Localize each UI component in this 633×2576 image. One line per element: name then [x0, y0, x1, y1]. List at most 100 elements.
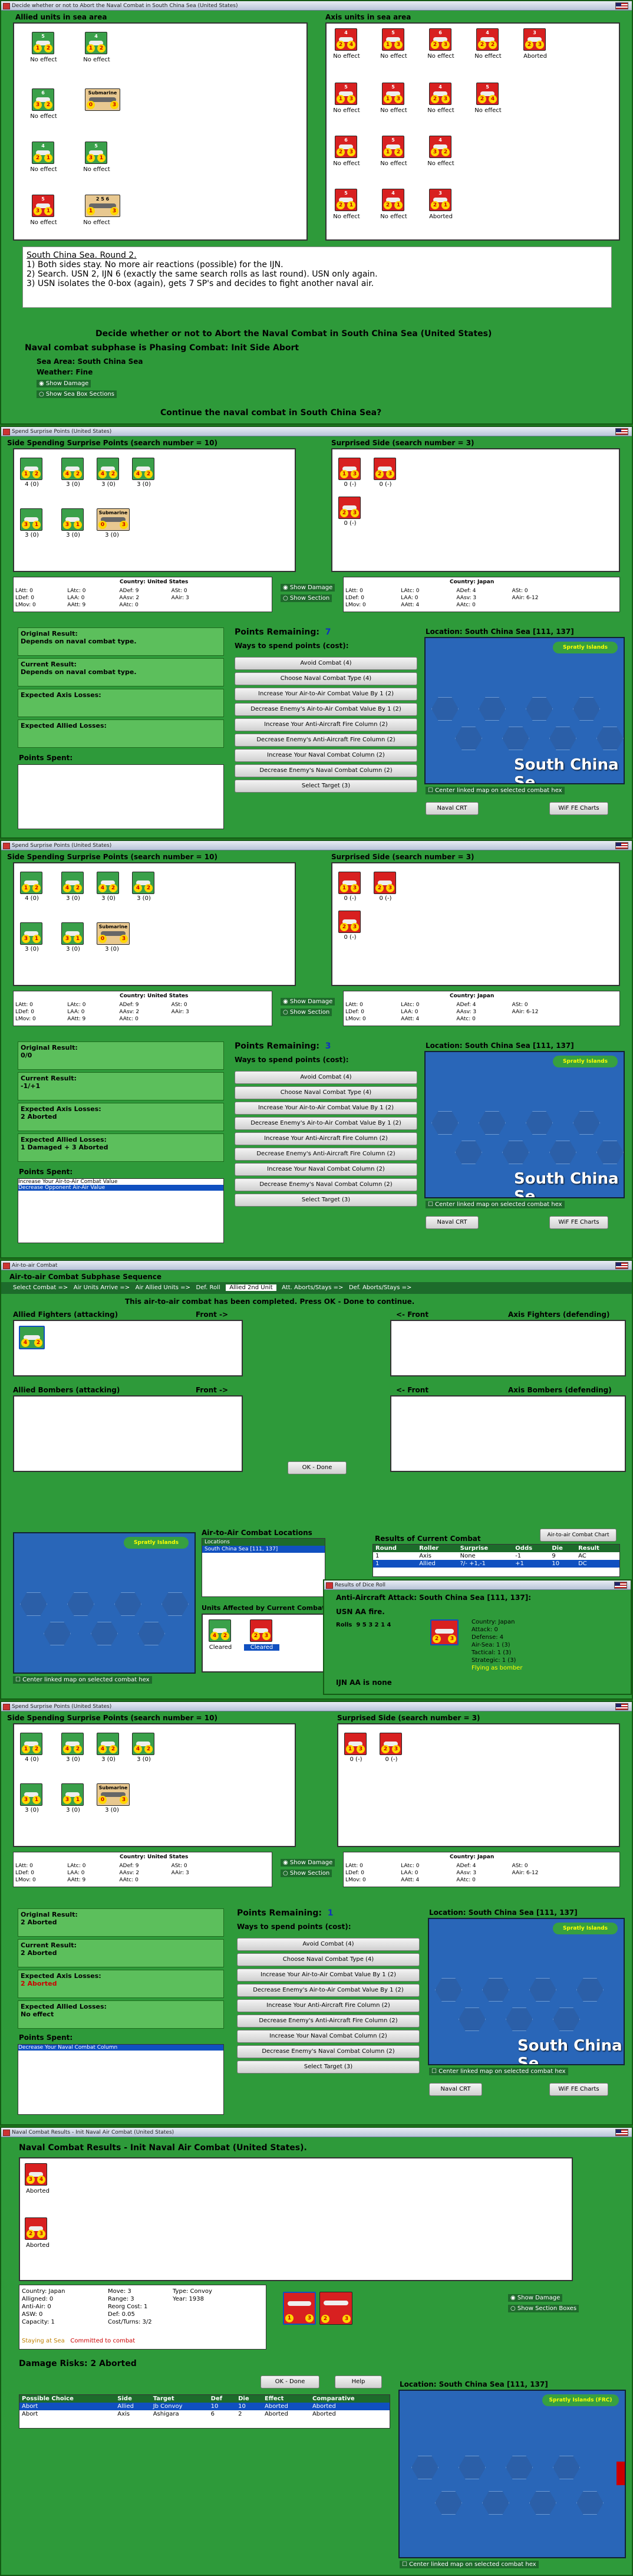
allied-unit-counter[interactable]: 531 [32, 195, 54, 217]
unit-counter[interactable]: 12 [20, 1733, 42, 1755]
axis-unit-counter[interactable]: 323 [523, 28, 546, 51]
unit-counter[interactable]: 31 [20, 1783, 42, 1806]
unit-counter[interactable]: 42 [132, 1733, 154, 1755]
unit-counter[interactable]: 42 [132, 872, 154, 894]
increase-naval-button[interactable]: Increase Your Naval Combat Column (2) [235, 1163, 417, 1176]
unit-counter[interactable]: 12 [20, 872, 42, 894]
combat-map[interactable]: Spratly Islands South China Se [428, 1918, 625, 2065]
axis-unit-counter[interactable]: 623 [429, 28, 451, 51]
show-damage-radio[interactable]: ◉ Show Damage [37, 380, 91, 387]
unit-counter[interactable]: 42 [97, 458, 119, 480]
center-map-checkbox[interactable]: ☐ Center linked map on selected combat h… [426, 787, 565, 794]
aa-unit-counter[interactable]: 23 [430, 1619, 459, 1645]
axis-unit-counter[interactable]: 321 [429, 189, 451, 211]
continue-button[interactable]: Continue the naval combat in South China… [160, 408, 381, 418]
allied-unit-counter[interactable]: 632 [32, 88, 54, 111]
wif-charts-button[interactable]: WiF FE Charts [549, 1216, 608, 1229]
increase-air-button[interactable]: Increase Your Air-to-Air Combat Value By… [237, 1969, 420, 1982]
axis-unit-counter[interactable]: 422 [476, 28, 499, 51]
axis-unit-counter[interactable]: 521 [335, 189, 357, 211]
select-target-button[interactable]: Select Target (3) [235, 1194, 417, 1207]
unit-counter[interactable]: 42 [132, 458, 154, 480]
submarine-counter[interactable]: Submarine 0 3 [97, 922, 130, 945]
combat-map[interactable]: Spratly Islands South China Se [424, 1051, 625, 1198]
unit-counter[interactable]: 34 [25, 2163, 47, 2186]
list-item[interactable]: Decrease Opponent Air-Air Value [18, 1185, 223, 1191]
location-item[interactable]: South China Sea [111, 137] [202, 1546, 325, 1553]
increase-naval-button[interactable]: Increase Your Naval Combat Column (2) [235, 749, 417, 762]
increase-naval-button[interactable]: Increase Your Naval Combat Column (2) [237, 2030, 420, 2043]
decrease-enemy-naval-button[interactable]: Decrease Enemy's Naval Combat Column (2) [235, 764, 417, 777]
decrease-enemy-air-button[interactable]: Decrease Enemy's Air-to-Air Combat Value… [235, 1117, 417, 1130]
decrease-enemy-naval-button[interactable]: Decrease Enemy's Naval Combat Column (2) [237, 2045, 420, 2058]
unit-counter[interactable]: 23 [374, 872, 396, 894]
choices-table[interactable]: Possible Choice Side Target Def Die Effect Com… [19, 2394, 390, 2429]
show-section-radio[interactable]: ○ Show Section [281, 1008, 332, 1016]
unit-counter[interactable]: 23 [250, 1619, 272, 1642]
increase-aa-button[interactable]: Increase Your Anti-Aircraft Fire Column … [235, 1132, 417, 1145]
avoid-combat-button[interactable]: Avoid Combat (4) [235, 1071, 417, 1084]
unit-counter[interactable]: 42 [61, 1733, 84, 1755]
unit-counter[interactable]: 13 [344, 1733, 367, 1755]
naval-crt-button[interactable]: Naval CRT [429, 2083, 482, 2096]
axis-unit-counter[interactable]: 421 [382, 189, 404, 211]
show-section-radio[interactable]: ○ Show Section [281, 594, 332, 602]
choose-combat-type-button[interactable]: Choose Naval Combat Type (4) [237, 1953, 420, 1966]
unit-counter[interactable]: 23 [380, 1733, 402, 1755]
axis-unit-counter[interactable]: 512 [382, 136, 404, 158]
air-combat-map[interactable]: Spratly Islands [13, 1532, 196, 1674]
decrease-enemy-air-button[interactable]: Decrease Enemy's Air-to-Air Combat Value… [237, 1984, 420, 1997]
increase-aa-button[interactable]: Increase Your Anti-Aircraft Fire Column … [237, 1999, 420, 2012]
center-map-checkbox[interactable]: ☐ Center linked map on selected combat h… [429, 2068, 568, 2075]
increase-aa-button[interactable]: Increase Your Anti-Aircraft Fire Column … [235, 718, 417, 731]
allied-unit-counter[interactable]: 421 [32, 142, 54, 164]
wif-charts-button[interactable]: WiF FE Charts [549, 802, 608, 815]
unit-counter[interactable]: 42 [97, 1733, 119, 1755]
decrease-enemy-air-button[interactable]: Decrease Enemy's Air-to-Air Combat Value… [235, 703, 417, 716]
avoid-combat-button[interactable]: Avoid Combat (4) [235, 657, 417, 670]
show-sea-box-radio[interactable]: ○ Show Sea Box Sections [37, 390, 117, 398]
points-spent-list[interactable] [18, 764, 224, 829]
list-item[interactable]: Increase Your Air-to-Air Combat Value [18, 1179, 223, 1185]
decrease-enemy-aa-button[interactable]: Decrease Enemy's Anti-Aircraft Fire Colu… [235, 1148, 417, 1161]
select-target-button[interactable]: Select Target (3) [237, 2061, 420, 2074]
air-combat-chart-button[interactable]: Air-to-air Combat Chart [540, 1529, 616, 1542]
show-section-radio[interactable]: ○ Show Section Boxes [508, 2305, 579, 2312]
choose-combat-type-button[interactable]: Choose Naval Combat Type (4) [235, 1086, 417, 1099]
combat-map[interactable]: Spratly Islands South China Se [424, 637, 625, 784]
submarine-counter[interactable]: Submarine 0 3 [85, 88, 120, 111]
show-damage-radio[interactable]: ◉ Show Damage [508, 2294, 563, 2302]
axis-unit-counter[interactable]: 513 [382, 28, 404, 51]
selected-unit-counter-alt[interactable]: 23 [319, 2292, 352, 2325]
unit-counter[interactable]: 31 [20, 922, 42, 945]
fighter-counter[interactable]: 42 [19, 1326, 45, 1349]
unit-counter[interactable]: 42 [61, 872, 84, 894]
unit-counter[interactable]: 31 [20, 508, 42, 531]
decrease-enemy-aa-button[interactable]: Decrease Enemy's Anti-Aircraft Fire Colu… [237, 2015, 420, 2028]
locations-list[interactable]: Locations South China Sea [111, 137] [202, 1538, 325, 1597]
unit-counter[interactable]: 13 [338, 872, 361, 894]
unit-counter[interactable]: 42 [61, 458, 84, 480]
unit-counter[interactable]: 13 [338, 458, 361, 480]
show-damage-radio[interactable]: ◉ Show Damage [281, 998, 335, 1006]
unit-counter[interactable]: 23 [338, 911, 361, 933]
naval-crt-button[interactable]: Naval CRT [426, 1216, 479, 1229]
allied-unit-counter[interactable]: 531 [85, 142, 107, 164]
center-map-checkbox[interactable]: ☐ Center linked map on selected combat h… [13, 1676, 152, 1684]
unit-counter[interactable]: 23 [374, 458, 396, 480]
show-damage-radio[interactable]: ◉ Show Damage [281, 584, 335, 592]
points-spent-list[interactable]: Increase Your Air-to-Air Combat Value De… [18, 1178, 224, 1243]
naval-crt-button[interactable]: Naval CRT [426, 802, 479, 815]
axis-unit-counter[interactable]: 513 [382, 83, 404, 105]
unit-counter[interactable]: 42 [209, 1619, 231, 1642]
combat-map[interactable]: Spratly Islands (FRC) [398, 2390, 626, 2558]
ok-done-button[interactable]: OK - Done [288, 1461, 347, 1474]
selected-unit-counter[interactable]: 13 [283, 2292, 316, 2325]
increase-air-button[interactable]: Increase Your Air-to-Air Combat Value By… [235, 688, 417, 701]
wif-charts-button[interactable]: WiF FE Charts [549, 2083, 608, 2096]
show-damage-radio[interactable]: ◉ Show Damage [281, 1859, 335, 1867]
decrease-enemy-naval-button[interactable]: Decrease Enemy's Naval Combat Column (2) [235, 1178, 417, 1191]
axis-unit-counter[interactable]: 423 [429, 83, 451, 105]
increase-air-button[interactable]: Increase Your Air-to-Air Combat Value By… [235, 1102, 417, 1115]
allied-unit-counter[interactable]: 412 [85, 32, 107, 54]
